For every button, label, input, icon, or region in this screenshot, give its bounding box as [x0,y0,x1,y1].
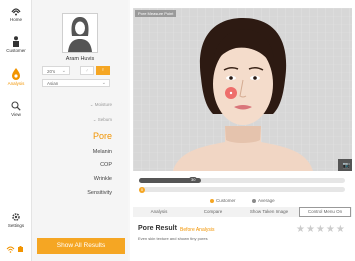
main-panel: Pore Measure Point 📷 30 0 Customer Avera… [130,0,355,261]
tab-show-taken-image[interactable]: Show Taken Image [241,207,297,217]
result-status: Before Analysis [180,227,215,233]
legend-average: Average [252,198,275,203]
race-select[interactable]: Asian ⌄ [42,79,110,87]
nav-item-settings[interactable]: Settings [0,212,32,228]
menu-label-moisture: Moisture [94,102,112,107]
average-dot-icon [252,198,256,203]
menu-item-pore[interactable]: Pore [93,131,112,141]
gender-female-button[interactable]: ♀ [96,66,110,75]
tab-compare[interactable]: Compare [187,207,239,217]
search-icon [11,101,21,111]
nav-label-home: Home [9,17,22,22]
control-menu-button[interactable]: Control Menu On [299,207,351,217]
tab-analysis[interactable]: Analysis [133,207,185,217]
camera-icon: 📷 [342,163,350,169]
avatar[interactable] [62,13,98,53]
chevron-down-icon: ⌄ [61,68,66,74]
customer-slider[interactable]: 30 [139,177,345,183]
photo-label: Pore Measure Point [135,10,177,17]
chevron-down-icon: ⌄ [101,80,106,86]
wifi-battery-icon [6,246,23,253]
app-window: Home Customer Analysis View Settings Ara… [0,0,355,261]
menu-item-sebum[interactable]: ⌄ Sebum [93,117,112,123]
nav-label-settings: Settings [7,223,25,228]
legend-average-label: Average [258,198,275,203]
result-description: Even skin texture and shown tiny pores [138,236,208,241]
legend-customer-label: Customer [216,198,236,203]
nav-label-view: View [11,112,21,117]
customer-dot-icon [210,198,214,203]
avatar-silhouette-icon [68,17,92,52]
nav-label-analysis: Analysis [7,81,25,86]
menu-item-cop[interactable]: COP [100,162,112,168]
race-value: Asian [47,81,59,86]
menu-item-sensitivity[interactable]: Sensitivity [87,190,112,196]
age-select[interactable]: 20's ⌄ [42,66,70,75]
menu-item-wrinkle[interactable]: Wrinkle [94,176,112,182]
nav-item-analysis[interactable]: Analysis [0,68,32,86]
nav-item-home[interactable]: Home [0,6,32,22]
gear-icon [12,213,20,221]
status-icons [0,245,32,254]
legend-customer: Customer [210,198,236,203]
face-image[interactable]: Pore Measure Point 📷 [133,8,352,171]
gender-male-button[interactable]: ♂ [80,66,94,75]
rating-stars: ★★★★★ [296,224,346,235]
average-slider[interactable]: 0 [139,186,345,193]
nav-rail: Home Customer Analysis View Settings [0,0,32,261]
menu-label-sebum: Sebum [97,117,112,122]
show-all-results-button[interactable]: Show All Results [37,238,125,254]
result-title: Pore Result [138,225,177,232]
user-name: Aram Huvis [65,56,95,62]
profile-panel: Aram Huvis 20's ⌄ ♂ ♀ Asian ⌄ ⌄ Moisture… [32,0,128,261]
customer-slider-value: 30 [189,177,198,182]
home-icon [11,8,21,16]
nav-item-view[interactable]: View [0,101,32,117]
analysis-icon [12,68,20,80]
nav-item-customer[interactable]: Customer [0,36,32,53]
menu-item-melanin[interactable]: Melanin [93,149,112,155]
customer-icon [13,36,19,47]
nav-label-customer: Customer [6,48,26,53]
average-slider-knob: 0 [139,186,145,193]
menu-item-moisture[interactable]: ⌄ Moisture [90,102,112,108]
view-tabs: Analysis Compare Show Taken Image Contro… [133,207,352,217]
camera-button[interactable]: 📷 [338,159,352,171]
face-illustration [133,8,352,171]
age-value: 20's [47,69,56,74]
